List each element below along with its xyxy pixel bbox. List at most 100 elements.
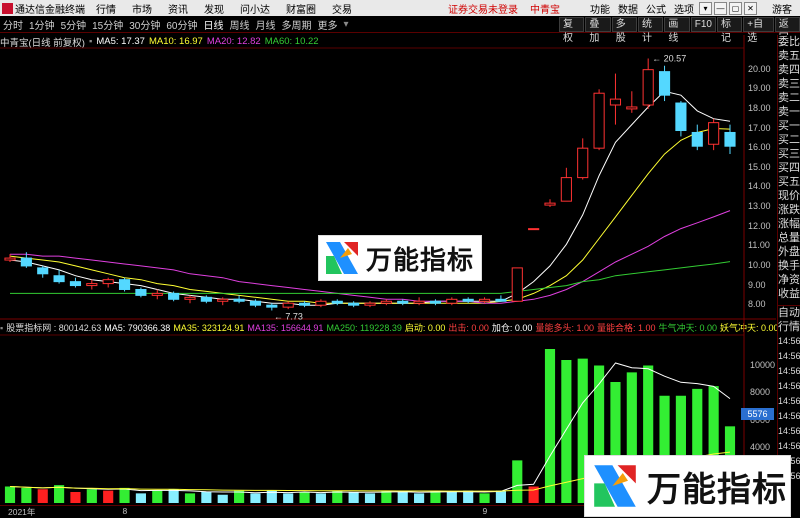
volume-bar — [70, 492, 81, 503]
candle-body — [462, 298, 474, 302]
volume-bar — [512, 460, 523, 503]
watermark-logo-icon — [326, 242, 358, 274]
candle-body — [266, 304, 278, 308]
volume-tick: 8000 — [750, 387, 771, 397]
candle-body — [135, 288, 147, 296]
quote-field-label: 涨跌 — [778, 204, 800, 216]
low-price-label: ← 7.73 — [274, 311, 303, 321]
candle-body — [593, 92, 605, 149]
candle-body — [151, 292, 163, 296]
volume-bar — [283, 493, 294, 503]
panel-tab[interactable]: 行情 — [778, 320, 800, 334]
volume-bar — [21, 487, 32, 503]
volume-bar — [463, 490, 474, 503]
volume-bar — [86, 489, 97, 503]
candle-body — [560, 177, 572, 202]
candle-body — [233, 298, 245, 302]
candle-body — [544, 202, 556, 206]
volume-bar — [201, 492, 212, 503]
volume-bar — [397, 492, 408, 503]
quote-field-label: 委比 — [778, 36, 800, 48]
right-quote-panel: 委比 卖五 卖四 卖三 卖二 卖一 买一 买二 买三 买四 买五 现价 涨跌 涨幅 总量 外盘 换手 净资 收益 自… — [777, 35, 800, 505]
candle-body — [708, 122, 720, 145]
tick-time: 14:56 — [778, 411, 800, 421]
date-label: 2021年 — [8, 507, 36, 517]
watermark-corner: 万能指标 — [585, 456, 790, 516]
volume-bar — [544, 349, 556, 503]
tick-time: 14:56 — [778, 381, 800, 391]
candle-body — [331, 300, 343, 304]
candle-body — [478, 298, 491, 302]
price-tick: 20.00 — [748, 63, 771, 74]
price-tick: 15.00 — [748, 161, 771, 172]
candle-body — [184, 296, 196, 300]
candle-body — [429, 300, 442, 304]
candle-body — [20, 257, 32, 267]
candle-body — [446, 298, 458, 304]
volume-bar — [217, 494, 228, 503]
volume-bar — [348, 492, 359, 503]
quote-field-label: 现价 — [778, 190, 800, 202]
volume-bar — [119, 487, 130, 503]
candle-body — [69, 281, 82, 287]
high-price-label: ← 20.57 — [652, 53, 686, 63]
candle-body — [118, 279, 131, 290]
quote-field-label: 净资 — [778, 274, 800, 286]
candle-body — [102, 279, 114, 285]
watermark-text-large: 万能指标 — [647, 470, 787, 509]
quote-field-label: 卖四 — [778, 64, 800, 76]
volume-bar — [103, 490, 114, 503]
candle-body — [200, 296, 212, 302]
quote-field-label: 总量 — [778, 232, 800, 244]
candle-body — [315, 300, 327, 306]
annotations: ← 20.57 ← 7.73 — [274, 53, 686, 321]
panel-tab[interactable]: 自动 — [778, 306, 800, 320]
date-label: 9 — [482, 506, 488, 516]
watermark-text: 万能指标 — [366, 244, 475, 275]
price-tick: 18.00 — [748, 102, 771, 113]
quote-field-label: 换手 — [778, 260, 800, 272]
candle-body — [413, 300, 425, 304]
volume-bar — [299, 492, 310, 503]
candle-body — [364, 302, 376, 306]
quote-field-label: 卖三 — [778, 78, 800, 90]
quote-field-label: 外盘 — [778, 246, 800, 258]
watermark-center: 万能指标 — [319, 236, 481, 280]
volume-bar — [414, 493, 425, 503]
volume-tick: 10000 — [750, 359, 776, 370]
tick-time: 14:56 — [778, 426, 800, 436]
volume-bar — [479, 493, 490, 503]
tick-time: 14:56 — [778, 351, 800, 361]
price-tick: 12.00 — [748, 220, 771, 231]
quote-field-label: 卖五 — [778, 50, 800, 62]
price-tick: 13.00 — [748, 201, 771, 212]
volume-bar — [446, 492, 457, 503]
volume-bar — [37, 489, 48, 503]
candle-body — [724, 131, 736, 147]
volume-bar — [364, 493, 376, 503]
candle-body — [691, 131, 703, 147]
price-tick: 19.00 — [748, 83, 771, 94]
candle-body — [298, 302, 311, 306]
candle-body — [217, 298, 229, 302]
candle-body — [348, 302, 360, 306]
quote-field-label: 买二 — [778, 134, 800, 146]
candle-body — [511, 267, 523, 302]
candle-body — [86, 283, 98, 287]
price-tick: 14.00 — [748, 181, 771, 192]
price-tick: 17.00 — [748, 122, 771, 133]
volume-tick: 4000 — [750, 442, 771, 452]
volume-bar — [152, 490, 163, 503]
volume-bar — [135, 493, 146, 503]
date-label: 8 — [122, 506, 128, 516]
volume-bar — [495, 490, 506, 503]
quote-field-label: 卖一 — [778, 106, 800, 118]
candle-body — [658, 71, 671, 96]
candle-body — [626, 106, 638, 110]
candle-body — [397, 300, 409, 304]
volume-bar — [315, 493, 326, 503]
candle-body — [642, 69, 654, 106]
volume-bar — [168, 489, 179, 503]
tick-time: 14:56 — [778, 366, 800, 376]
candle-body — [249, 300, 262, 306]
